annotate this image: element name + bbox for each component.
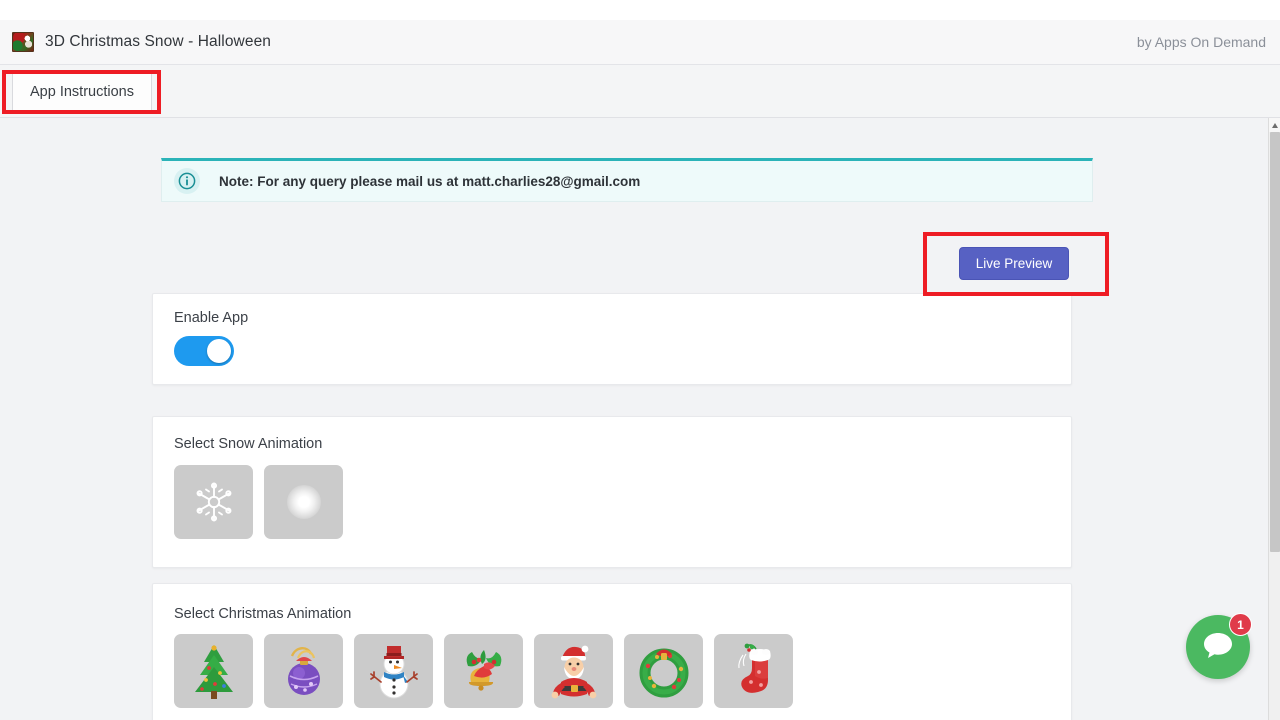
app-header: 3D Christmas Snow - Halloween by Apps On…	[0, 20, 1280, 65]
christmas-tile-santa[interactable]	[534, 634, 613, 708]
live-preview-row: Live Preview	[152, 238, 1072, 288]
app-thumbnail-icon	[12, 32, 34, 52]
snowflake-icon	[174, 465, 253, 539]
christmas-animation-label: Select Christmas Animation	[174, 606, 352, 622]
stocking-icon	[714, 634, 793, 708]
enable-app-toggle[interactable]	[174, 336, 234, 366]
blur-dot-icon	[264, 465, 343, 539]
snow-tile-soft-dot[interactable]	[264, 465, 343, 539]
chat-bubble-icon	[1202, 630, 1234, 665]
enable-app-label: Enable App	[174, 310, 249, 326]
chat-widget[interactable]: 1	[1186, 613, 1252, 679]
holly-bells-icon	[444, 634, 523, 708]
toggle-knob	[207, 339, 231, 363]
ornament-ball-icon	[264, 634, 343, 708]
chat-unread-badge: 1	[1229, 613, 1252, 636]
live-preview-button[interactable]: Live Preview	[959, 247, 1069, 280]
christmas-tile-snowman[interactable]	[354, 634, 433, 708]
christmas-tile-wreath[interactable]	[624, 634, 703, 708]
info-circle-icon	[174, 168, 200, 194]
snow-animation-label: Select Snow Animation	[174, 436, 323, 452]
santa-claus-icon	[534, 634, 613, 708]
enable-app-card: Enable App	[152, 293, 1072, 385]
christmas-tile-ornament[interactable]	[264, 634, 343, 708]
christmas-animation-card: Select Christmas Animation	[152, 583, 1072, 720]
christmas-animation-tiles	[174, 634, 793, 708]
snow-animation-tiles	[174, 465, 343, 539]
tab-bar: App Instructions	[0, 65, 1280, 118]
info-note-text: Note: For any query please mail us at ma…	[219, 173, 641, 189]
christmas-tile-stocking[interactable]	[714, 634, 793, 708]
scroll-up-arrow-icon[interactable]	[1269, 118, 1280, 132]
settings-page: Note: For any query please mail us at ma…	[0, 118, 1268, 720]
snow-animation-card: Select Snow Animation	[152, 416, 1072, 568]
snow-tile-snowflake[interactable]	[174, 465, 253, 539]
christmas-tree-icon	[174, 634, 253, 708]
christmas-tile-holly-bells[interactable]	[444, 634, 523, 708]
page-title: 3D Christmas Snow - Halloween	[45, 33, 272, 50]
snowman-icon	[354, 634, 433, 708]
app-author: by Apps On Demand	[1136, 34, 1266, 50]
vertical-scrollbar[interactable]	[1268, 118, 1280, 720]
tab-app-instructions[interactable]: App Instructions	[12, 70, 152, 113]
info-note-banner: Note: For any query please mail us at ma…	[161, 158, 1093, 202]
scrollbar-thumb[interactable]	[1270, 132, 1280, 552]
christmas-tile-tree[interactable]	[174, 634, 253, 708]
wreath-icon	[624, 634, 703, 708]
